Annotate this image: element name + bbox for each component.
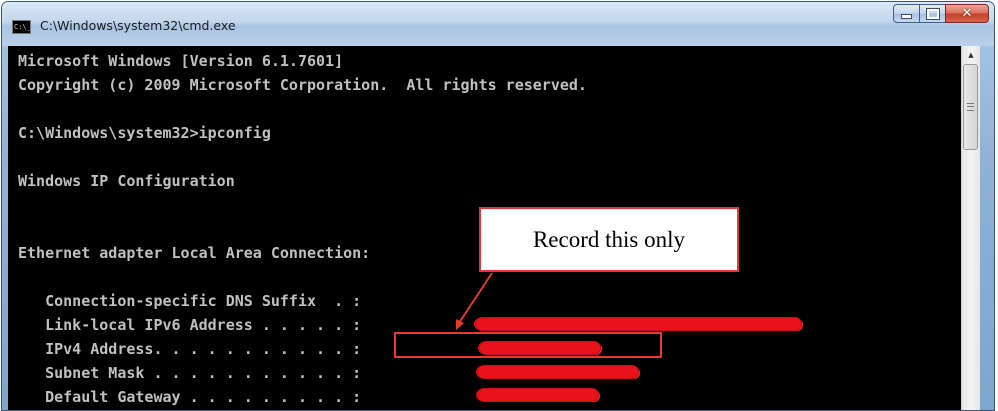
annotation-arrow-icon [456,272,493,330]
